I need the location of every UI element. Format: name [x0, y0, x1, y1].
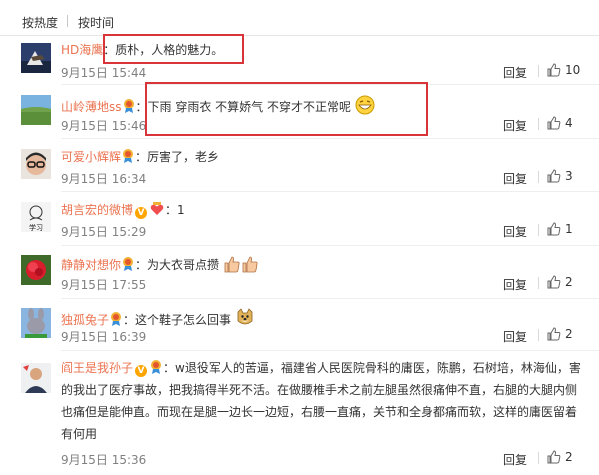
reply-button[interactable]: 回复 [503, 117, 527, 134]
avatar[interactable] [21, 95, 51, 125]
avatar[interactable] [21, 255, 51, 285]
thumbs-up-icon [547, 116, 561, 130]
tab-sort-by-hot[interactable]: 按热度 [22, 14, 58, 31]
username[interactable]: HD海鹰 [61, 43, 103, 57]
thumbs-up-icon [547, 63, 561, 77]
doge-emoji-icon [235, 308, 255, 332]
reply-button[interactable]: 回复 [503, 276, 527, 293]
comment-text: 1 [177, 203, 185, 217]
comment-time: 9月15日 16:34 [61, 172, 147, 186]
thumbs-up-emoji-icon [241, 255, 259, 277]
medal-icon [123, 99, 135, 113]
thumbs-up-emoji-icon [223, 255, 241, 277]
like-count: 10 [565, 63, 581, 77]
comment-divider [61, 245, 599, 246]
like-count: 2 [565, 327, 573, 341]
like-button[interactable]: 1 [547, 222, 573, 236]
highlight-box [145, 82, 428, 136]
thumbs-up-icon [547, 222, 561, 236]
like-button[interactable]: 2 [547, 450, 573, 464]
comment-time: 9月15日 17:55 [61, 278, 147, 292]
like-button[interactable]: 10 [547, 63, 580, 77]
username[interactable]: 胡言宏的微博 [61, 203, 133, 217]
like-button[interactable]: 4 [547, 116, 573, 130]
action-divider [538, 65, 539, 77]
username[interactable]: 独孤兔子 [61, 313, 109, 327]
thumbs-up-icon [547, 450, 561, 464]
reply-button[interactable]: 回复 [503, 170, 527, 187]
action-divider [538, 171, 539, 183]
colon: ： [165, 203, 178, 217]
action-divider [538, 118, 539, 130]
username[interactable]: 阎王是我孙子 [61, 361, 133, 375]
like-count: 3 [565, 169, 573, 183]
sort-bar: 按热度 按时间 [0, 0, 599, 36]
reply-button[interactable]: 回复 [503, 328, 527, 345]
thumbs-up-icon [547, 327, 561, 341]
highlight-box [103, 34, 244, 64]
reply-button[interactable]: 回复 [503, 64, 527, 81]
colon: ： [163, 361, 176, 375]
medal-icon [150, 359, 162, 374]
like-count: 1 [565, 222, 573, 236]
avatar[interactable] [21, 308, 51, 338]
reply-button[interactable]: 回复 [503, 223, 527, 240]
comment-text: 为大衣哥点攒 [147, 258, 220, 272]
comment-time: 9月15日 15:29 [61, 225, 147, 239]
comment-divider [61, 191, 599, 192]
username[interactable]: 可爱小辉辉 [61, 150, 121, 164]
thumbs-up-icon [547, 169, 561, 183]
like-button[interactable]: 3 [547, 169, 573, 183]
tab-sort-by-time[interactable]: 按时间 [78, 14, 114, 31]
comment-divider [61, 350, 599, 351]
avatar[interactable] [21, 363, 51, 393]
like-button[interactable]: 2 [547, 275, 573, 289]
thumbs-up-icon [547, 275, 561, 289]
action-divider [538, 277, 539, 289]
avatar[interactable]: 学习 [21, 202, 51, 232]
colon: ： [135, 150, 148, 164]
medal-icon [110, 312, 122, 326]
action-divider [538, 452, 539, 464]
like-count: 2 [565, 275, 573, 289]
username[interactable]: 静静对想你 [61, 258, 121, 272]
comment-time: 9月15日 15:36 [61, 453, 147, 467]
heart-fan-icon [150, 202, 164, 216]
colon: ： [123, 313, 136, 327]
avatar-caption: 学习 [29, 223, 43, 232]
avatar[interactable] [21, 149, 51, 179]
colon: ： [135, 258, 148, 272]
comment-divider [61, 138, 599, 139]
like-count: 2 [565, 450, 573, 464]
verified-v-icon: V [135, 207, 148, 219]
comment-time: 9月15日 16:39 [61, 330, 147, 344]
comment-time: 9月15日 15:46 [61, 119, 147, 133]
like-button[interactable]: 2 [547, 327, 573, 341]
comment-text: 这个鞋子怎么回事 [135, 313, 232, 327]
tab-divider [67, 15, 68, 27]
action-divider [538, 329, 539, 341]
username[interactable]: 山岭薄地ss [61, 100, 122, 114]
action-divider [538, 224, 539, 236]
comment-item: 阎王是我孙子 V ：w退役军人的苦逼，福建省人民医院骨科的庸医，陈鹏，石树培，林海仙… [0, 359, 599, 459]
medal-icon [122, 257, 134, 271]
comment-divider [61, 298, 599, 299]
avatar[interactable] [21, 43, 51, 73]
comment-text: 厉害了，老乡 [147, 150, 220, 164]
reply-button[interactable]: 回复 [503, 451, 527, 468]
verified-v-icon: V [135, 365, 148, 377]
medal-icon [122, 149, 134, 163]
like-count: 4 [565, 116, 573, 130]
comment-time: 9月15日 15:44 [61, 66, 147, 80]
